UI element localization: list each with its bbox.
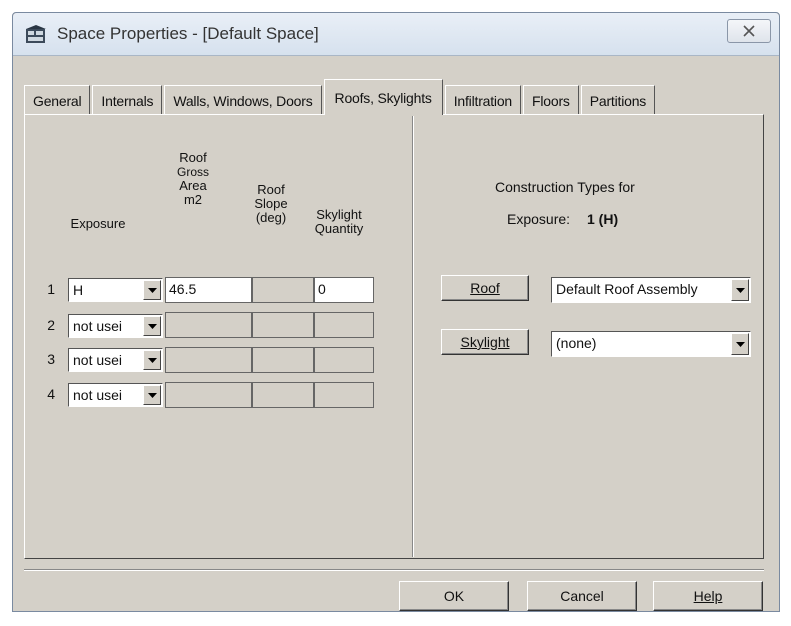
skylight-quantity-cell[interactable]	[314, 312, 374, 338]
close-button[interactable]	[727, 19, 771, 43]
dropdown-button[interactable]	[731, 333, 749, 355]
header-roof-slope: Roof Slope (deg)	[254, 182, 288, 225]
exposure-select[interactable]: H	[68, 278, 163, 302]
roof-slope-cell[interactable]	[252, 347, 314, 373]
chevron-down-icon	[147, 323, 157, 329]
tab-internals[interactable]: Internals	[92, 85, 163, 115]
header-exposure: Exposure	[70, 216, 126, 231]
exposure-value: H	[73, 282, 84, 298]
roof-slope-cell[interactable]	[252, 312, 314, 338]
row-number: 1	[47, 281, 55, 297]
skylight-quantity-cell[interactable]: 0	[314, 277, 374, 303]
exposure-select[interactable]: not usei	[68, 348, 163, 372]
dropdown-button[interactable]	[143, 350, 161, 370]
footer-separator	[24, 569, 764, 571]
help-button[interactable]: Help	[653, 581, 763, 611]
row-number: 4	[47, 386, 55, 402]
roof-area-cell[interactable]	[165, 347, 252, 373]
tab-partitions[interactable]: Partitions	[580, 85, 656, 115]
exposure-select[interactable]: not usei	[68, 314, 163, 338]
dropdown-button[interactable]	[731, 279, 749, 301]
roofs-skylights-panel: Exposure Roof Gross Area m2 Roof Slope (…	[24, 114, 764, 559]
dropdown-button[interactable]	[143, 280, 161, 300]
roof-construction-select[interactable]: Default Roof Assembly	[551, 277, 751, 303]
roof-construction-value: Default Roof Assembly	[556, 281, 698, 297]
header-roof-gross-area: Roof Gross Area m2	[176, 150, 209, 207]
title-bar: Space Properties - [Default Space]	[13, 13, 779, 56]
row-number: 3	[47, 351, 55, 367]
dropdown-button[interactable]	[143, 316, 161, 336]
exposure-value-label: 1 (H)	[587, 211, 619, 227]
close-icon	[743, 25, 755, 37]
roof-slope-cell[interactable]	[252, 277, 314, 303]
chevron-down-icon	[147, 287, 157, 293]
cancel-button[interactable]: Cancel	[527, 581, 637, 611]
chevron-down-icon	[147, 392, 157, 398]
roof-button[interactable]: Roof	[441, 275, 529, 301]
skylight-quantity-cell[interactable]	[314, 382, 374, 408]
ok-button[interactable]: OK	[399, 581, 509, 611]
exposure-value: not usei	[73, 352, 123, 368]
construction-types-title: Construction Types for	[495, 179, 635, 195]
roof-slope-cell[interactable]	[252, 382, 314, 408]
exposure-value: not usei	[73, 318, 123, 334]
space-properties-dialog: Space Properties - [Default Space] Gener…	[12, 12, 780, 612]
exposure-value: not usei	[73, 387, 123, 403]
chevron-down-icon	[735, 287, 745, 293]
header-skylight-quantity: Skylight Quantity	[314, 207, 364, 236]
chevron-down-icon	[147, 357, 157, 363]
roof-area-cell[interactable]	[165, 382, 252, 408]
skylight-construction-value: (none)	[556, 335, 597, 351]
panel-divider	[412, 116, 414, 557]
tab-walls-windows-doors[interactable]: Walls, Windows, Doors	[164, 85, 322, 115]
roof-area-cell[interactable]	[165, 312, 252, 338]
window-title: Space Properties - [Default Space]	[57, 24, 319, 43]
chevron-down-icon	[735, 341, 745, 347]
app-icon	[26, 25, 46, 43]
dropdown-button[interactable]	[143, 385, 161, 405]
tab-general[interactable]: General	[24, 85, 91, 115]
roof-area-cell[interactable]: 46.5	[165, 277, 252, 303]
skylight-construction-select[interactable]: (none)	[551, 331, 751, 357]
tab-infiltration[interactable]: Infiltration	[444, 85, 522, 115]
skylight-quantity-cell[interactable]	[314, 347, 374, 373]
exposure-label: Exposure:	[507, 211, 571, 227]
tab-floors[interactable]: Floors	[523, 85, 579, 115]
exposure-select[interactable]: not usei	[68, 383, 163, 407]
tab-roofs-skylights[interactable]: Roofs, Skylights	[323, 79, 443, 115]
row-number: 2	[47, 317, 55, 333]
tab-strip: General Internals Walls, Windows, Doors …	[24, 79, 657, 115]
skylight-button[interactable]: Skylight	[441, 329, 529, 355]
